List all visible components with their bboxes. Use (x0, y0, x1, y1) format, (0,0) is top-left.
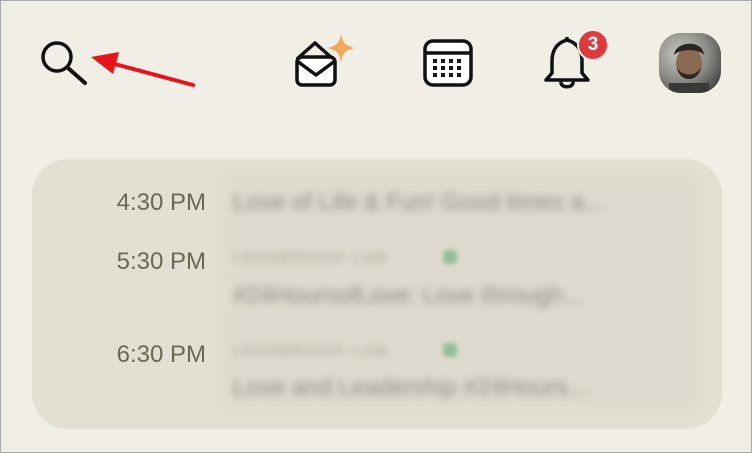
club-icon (443, 250, 457, 264)
annotation-arrow (91, 52, 195, 87)
search-icon (41, 41, 87, 85)
notification-badge: 3 (577, 29, 609, 61)
event-club-name: LEADERSHIP LAB (233, 250, 389, 265)
avatar[interactable] (659, 33, 721, 93)
event-title[interactable]: Love and Leadership #24Hours... (233, 374, 688, 402)
app-screen: 3 4:30 PM Love of Life & Fun! Good times… (0, 0, 752, 453)
calendar-button[interactable] (419, 35, 477, 91)
profile-photo (659, 33, 721, 93)
event-club-name: LEADERSHIP LAB (233, 343, 389, 358)
search-button[interactable] (37, 37, 93, 89)
invites-button[interactable] (289, 31, 363, 93)
event-time: 6:30 PM (116, 341, 206, 368)
calendar-icon (423, 39, 473, 87)
event-title[interactable]: Love of Life & Fun! Good times a... (233, 189, 688, 217)
envelope-sparkle-icon (295, 33, 355, 87)
event-time: 4:30 PM (116, 189, 206, 216)
event-title[interactable]: #24HoursofLove: Love through... (233, 282, 688, 310)
event-time: 5:30 PM (116, 248, 206, 275)
club-icon (443, 343, 457, 357)
